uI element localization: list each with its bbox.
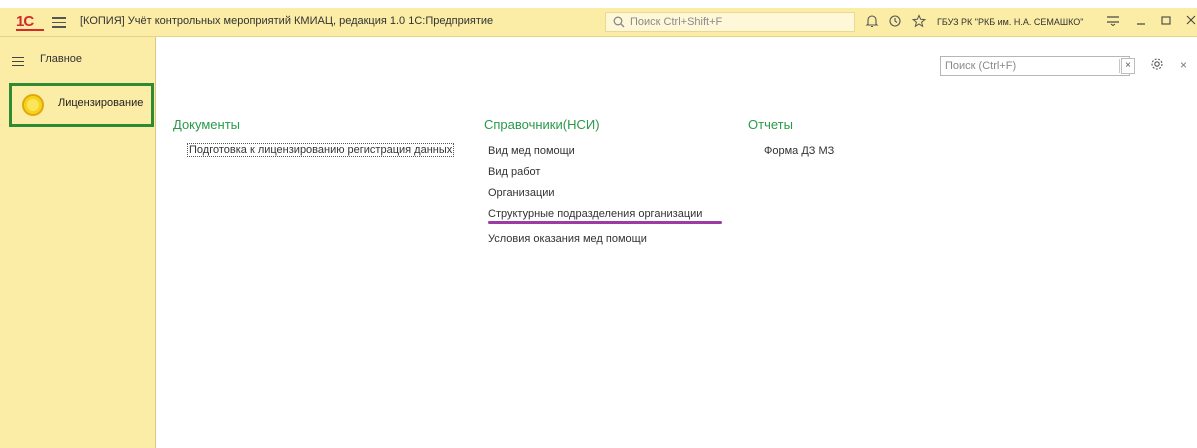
sidebar-item-main[interactable]: Главное	[0, 37, 155, 77]
sidebar-item-licensing[interactable]: Лицензирование	[9, 83, 154, 127]
link-structural-units[interactable]: Структурные подразделения организации	[488, 208, 702, 220]
group-title-references: Справочники(НСИ)	[484, 117, 600, 132]
group-title-documents: Документы	[173, 117, 241, 132]
history-icon[interactable]	[887, 14, 903, 30]
link-licensing-preparation[interactable]: Подготовка к лицензированию регистрация …	[187, 143, 455, 157]
link-work-type[interactable]: Вид работ	[488, 166, 540, 178]
user-name[interactable]: ГБУЗ РК "РКБ им. Н.А. СЕМАШКО"	[937, 17, 1083, 27]
sections-panel: Главное Лицензирование	[0, 37, 156, 448]
content-search-input[interactable]: Поиск (Ctrl+F)	[940, 56, 1130, 76]
main-menu-icon[interactable]	[52, 14, 66, 28]
maximize-icon[interactable]	[1160, 14, 1172, 30]
search-separator	[1119, 59, 1120, 73]
yellow-circle-icon	[22, 94, 44, 116]
window-title: [КОПИЯ] Учёт контрольных мероприятий КМИ…	[80, 15, 494, 27]
group-title-reports: Отчеты	[748, 117, 793, 132]
annotation-underline	[488, 221, 722, 224]
search-icon	[613, 16, 625, 28]
gear-icon[interactable]	[1150, 57, 1164, 75]
content-search-placeholder: Поиск (Ctrl+F)	[945, 60, 1017, 72]
global-search-input[interactable]: Поиск Ctrl+Shift+F	[605, 12, 855, 32]
clear-search-button[interactable]: ×	[1121, 58, 1135, 74]
close-panel-button[interactable]: ×	[1180, 58, 1187, 72]
star-icon[interactable]	[911, 14, 927, 30]
top-strip	[0, 0, 1197, 8]
title-bar: 1С [КОПИЯ] Учёт контрольных мероприятий …	[0, 8, 1197, 37]
hamburger-icon	[12, 54, 24, 69]
sidebar-item-label: Лицензирование	[58, 97, 144, 109]
link-care-conditions[interactable]: Условия оказания мед помощи	[488, 233, 647, 245]
link-organizations[interactable]: Организации	[488, 187, 555, 199]
close-icon[interactable]	[1186, 14, 1196, 30]
link-care-type[interactable]: Вид мед помощи	[488, 145, 575, 157]
global-search-placeholder: Поиск Ctrl+Shift+F	[630, 16, 723, 28]
minimize-icon[interactable]	[1135, 14, 1147, 30]
app-logo[interactable]: 1С	[16, 13, 44, 31]
logo-text: 1С	[16, 13, 34, 30]
menu-lines-icon[interactable]	[1106, 14, 1120, 30]
link-form-dz-mz[interactable]: Форма ДЗ МЗ	[764, 145, 834, 157]
sidebar-item-label: Главное	[40, 53, 83, 65]
logo-underline	[16, 29, 44, 31]
bell-icon[interactable]	[864, 14, 880, 30]
